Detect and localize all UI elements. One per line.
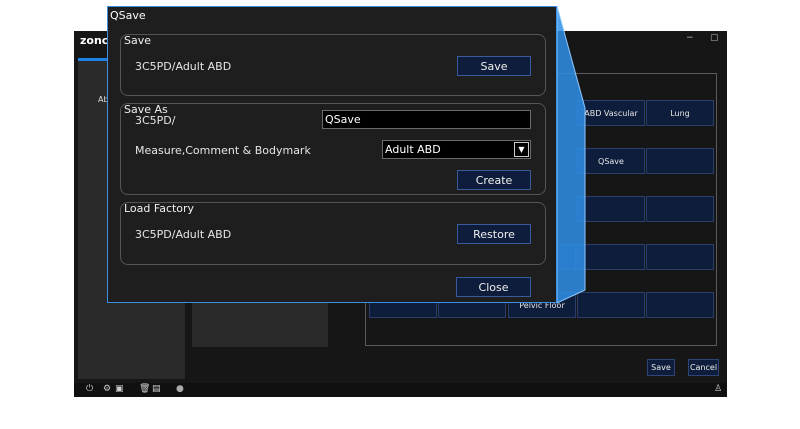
measure-comment-bodymark-label: Measure,Comment & Bodymark: [135, 144, 311, 157]
load-factory-group: Load Factory 3C5PD/Adult ABD Restore: [120, 202, 546, 265]
minimize-icon[interactable]: −: [686, 33, 694, 43]
maximize-icon[interactable]: ▢: [710, 33, 719, 43]
save-group: Save 3C5PD/Adult ABD Save: [120, 34, 546, 96]
power-icon[interactable]: ⏻: [86, 384, 93, 394]
measure-comment-bodymark-select[interactable]: Adult ABD ▼: [382, 140, 531, 159]
preset-name-input[interactable]: [322, 110, 531, 129]
select-value: Adult ABD: [385, 143, 441, 156]
save-as-prefix-label: 3C5PD/: [135, 114, 176, 127]
taskbar: ⏻ ⚙ ▣ 🗑 ▤ ● ♙: [74, 383, 727, 397]
app-save-button[interactable]: Save: [647, 359, 675, 376]
preset-empty[interactable]: [577, 292, 645, 318]
preset-abd-vascular[interactable]: ABD Vascular: [577, 100, 645, 126]
app-cancel-button[interactable]: Cancel: [688, 359, 719, 376]
create-button[interactable]: Create: [457, 170, 531, 190]
dialog-title: QSave: [110, 9, 146, 22]
restore-button[interactable]: Restore: [457, 224, 531, 244]
qsave-dialog: QSave Save 3C5PD/Adult ABD Save Save As …: [107, 6, 557, 303]
close-button[interactable]: Close: [456, 277, 531, 297]
user-icon[interactable]: ♙: [714, 384, 722, 394]
image-icon[interactable]: ▤: [152, 384, 161, 394]
preset-empty[interactable]: [646, 244, 714, 270]
preset-qsave[interactable]: QSave: [577, 148, 645, 174]
monitor-icon[interactable]: ▣: [115, 384, 124, 394]
settings-icon[interactable]: ⚙: [103, 384, 111, 394]
preset-empty[interactable]: [577, 196, 645, 222]
preset-empty[interactable]: [577, 244, 645, 270]
preset-empty[interactable]: [646, 148, 714, 174]
factory-preset-label: 3C5PD/Adult ABD: [135, 228, 232, 241]
save-button[interactable]: Save: [457, 56, 531, 76]
save-as-group: Save As 3C5PD/ Measure,Comment & Bodymar…: [120, 103, 546, 195]
save-group-title: Save: [124, 34, 152, 47]
chevron-down-icon[interactable]: ▼: [514, 142, 529, 157]
load-factory-group-title: Load Factory: [124, 202, 195, 215]
preset-lung[interactable]: Lung: [646, 100, 714, 126]
status-dot-icon: ●: [176, 384, 184, 394]
preset-empty[interactable]: [646, 196, 714, 222]
preset-empty[interactable]: [646, 292, 714, 318]
current-preset-label: 3C5PD/Adult ABD: [135, 60, 232, 73]
trash-icon[interactable]: 🗑: [139, 384, 150, 394]
